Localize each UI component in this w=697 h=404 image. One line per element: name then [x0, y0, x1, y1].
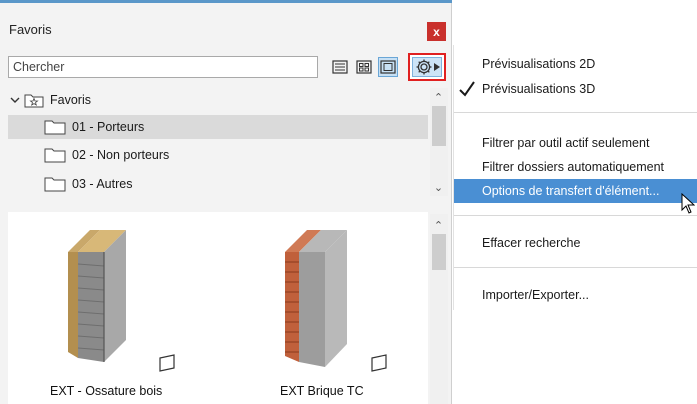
menu-item-previsualisations-2d[interactable]: Prévisualisations 2D — [454, 52, 697, 76]
folder-icon — [44, 177, 66, 192]
tree-folder-label: 01 - Porteurs — [72, 120, 145, 134]
close-button[interactable]: x — [427, 22, 446, 41]
folder-icon — [44, 120, 66, 135]
menu-separator — [454, 215, 697, 216]
menu-separator — [454, 267, 697, 268]
plan-symbol-icon — [159, 354, 175, 372]
wall-ossature-bois-preview[interactable] — [48, 212, 208, 372]
tree-folder-label: 02 - Non porteurs — [72, 148, 170, 162]
panel-accent-bar — [0, 0, 452, 3]
tree-folder-non-porteurs[interactable]: 02 - Non porteurs — [8, 143, 428, 167]
gallery-item-label: EXT Brique TC — [280, 384, 364, 398]
favorites-tree: Favoris 01 - Porteurs 02 - Non porteurs … — [8, 85, 428, 200]
tree-root-row[interactable]: Favoris — [8, 88, 428, 112]
chevron-down-icon[interactable] — [10, 95, 20, 105]
list-view-button[interactable] — [330, 57, 350, 77]
menu-item-options-transfert[interactable]: Options de transfert d'élément... — [454, 179, 697, 203]
gallery-item-label: EXT - Ossature bois — [50, 384, 163, 398]
gear-icon — [416, 59, 431, 75]
menu-item-effacer-recherche[interactable]: Effacer recherche — [454, 231, 697, 255]
checkmark-icon — [459, 81, 475, 97]
search-input[interactable]: Chercher — [8, 56, 318, 78]
menu-item-label: Effacer recherche — [482, 236, 581, 250]
gallery-scroll-thumb[interactable] — [432, 234, 446, 270]
plan-symbol-icon — [371, 354, 387, 372]
scroll-down-icon[interactable]: ⌄ — [430, 180, 447, 194]
tree-root-label: Favoris — [50, 93, 91, 107]
tree-scrollbar[interactable]: ⌃ ⌄ — [430, 88, 448, 196]
wall-brique-tc-preview[interactable] — [263, 212, 423, 372]
tree-folder-label: 03 - Autres — [72, 177, 133, 191]
gallery-scrollbar[interactable]: ⌃ — [430, 214, 448, 404]
preview-view-icon — [380, 60, 396, 74]
folder-icon — [44, 148, 66, 163]
options-menu-button[interactable] — [408, 53, 446, 81]
preview-view-button[interactable] — [378, 57, 398, 77]
favorites-panel: Favoris x Chercher Favoris 01 - Porteurs… — [0, 0, 452, 404]
menu-item-previsualisations-3d[interactable]: Prévisualisations 3D — [454, 77, 697, 101]
menu-item-label: Options de transfert d'élément... — [482, 184, 660, 198]
cursor-icon — [681, 193, 695, 214]
menu-separator — [454, 112, 697, 113]
menu-item-filtrer-dossiers[interactable]: Filtrer dossiers automatiquement — [454, 155, 697, 179]
scroll-up-icon[interactable]: ⌃ — [430, 90, 447, 104]
scroll-up-icon[interactable]: ⌃ — [430, 218, 447, 232]
menu-item-label: Prévisualisations 3D — [482, 82, 596, 96]
menu-item-importer-exporter[interactable]: Importer/Exporter... — [454, 283, 697, 307]
menu-item-label: Filtrer dossiers automatiquement — [482, 160, 665, 174]
tree-folder-porteurs[interactable]: 01 - Porteurs — [8, 115, 428, 139]
preview-gallery: EXT - Ossature bois EXT Brique TC — [8, 212, 428, 404]
menu-item-label: Importer/Exporter... — [482, 288, 589, 302]
tree-folder-autres[interactable]: 03 - Autres — [8, 172, 428, 196]
list-view-icon — [332, 60, 348, 74]
menu-item-filtrer-outil[interactable]: Filtrer par outil actif seulement — [454, 131, 697, 155]
grid-view-button[interactable] — [354, 57, 374, 77]
panel-title: Favoris — [9, 22, 52, 37]
options-menu-button-face — [412, 57, 442, 77]
menu-item-label: Filtrer par outil actif seulement — [482, 136, 650, 150]
grid-view-icon — [356, 60, 372, 74]
menu-item-label: Prévisualisations 2D — [482, 57, 596, 71]
options-dropdown-menu: Prévisualisations 2D Prévisualisations 3… — [453, 45, 697, 310]
tree-scroll-thumb[interactable] — [432, 106, 446, 146]
star-folder-icon — [24, 94, 44, 108]
submenu-arrow-icon — [433, 63, 440, 71]
